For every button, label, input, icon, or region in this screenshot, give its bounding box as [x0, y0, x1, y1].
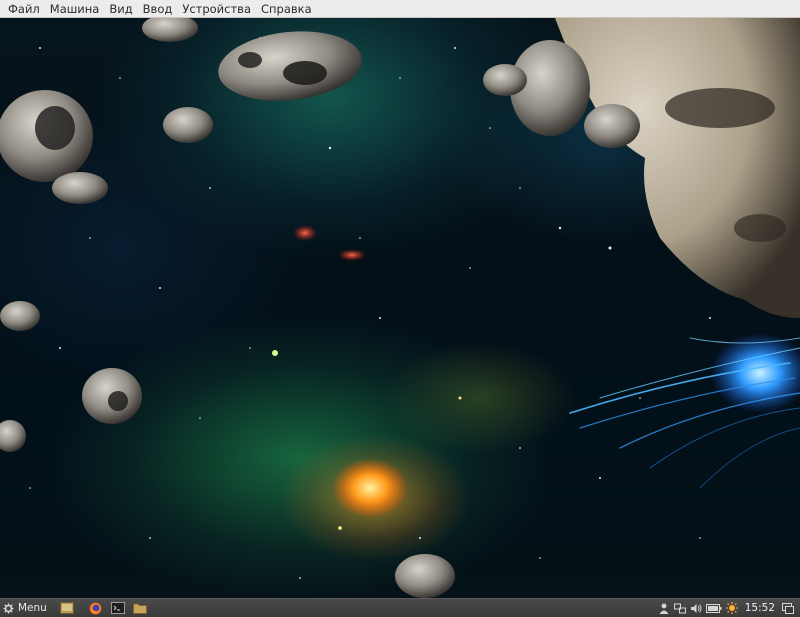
menu-devices[interactable]: Устройства: [177, 0, 256, 18]
bottom-panel: Menu 15:52: [0, 598, 800, 617]
menu-label: Menu: [18, 602, 47, 614]
firefox-launcher[interactable]: [88, 601, 104, 615]
firefox-icon: [90, 602, 102, 614]
files-launcher[interactable]: [132, 601, 148, 615]
user-tray[interactable]: [658, 602, 670, 614]
volume-icon: [690, 603, 702, 613]
show-desktop-tray-button[interactable]: [782, 602, 794, 614]
update-tray[interactable]: [725, 602, 738, 614]
user-icon: [659, 603, 669, 614]
menu-input[interactable]: Ввод: [138, 0, 178, 18]
menu-help[interactable]: Справка: [256, 0, 317, 18]
terminal-launcher[interactable]: [110, 601, 126, 615]
show-desktop-launcher[interactable]: [59, 601, 75, 615]
battery-tray[interactable]: [705, 602, 722, 614]
volume-tray[interactable]: [690, 602, 702, 614]
gear-icon: [3, 602, 14, 614]
show-desktop-icon: [59, 602, 74, 614]
update-sun-icon: [725, 602, 738, 614]
orange-nebula-core: [332, 458, 408, 518]
blue-energy-burst: [569, 333, 800, 489]
network-tray[interactable]: [673, 602, 686, 614]
menu-view[interactable]: Вид: [104, 0, 137, 18]
battery-icon: [705, 603, 722, 613]
vm-menubar: Файл Машина Вид Ввод Устройства Справка: [0, 0, 800, 18]
network-icon: [673, 603, 686, 613]
clock[interactable]: 15:52: [745, 602, 775, 614]
show-desktop-tray-icon: [782, 602, 794, 614]
terminal-icon: [110, 602, 125, 614]
desktop-wallpaper[interactable]: [0, 18, 800, 598]
menu-file[interactable]: Файл: [3, 0, 45, 18]
asteroids: [0, 18, 800, 598]
start-menu-button[interactable]: Menu: [0, 599, 51, 617]
wallpaper-art: [0, 18, 800, 598]
menu-machine[interactable]: Машина: [45, 0, 105, 18]
files-folder-icon: [132, 603, 147, 614]
system-tray: 15:52: [656, 599, 800, 617]
